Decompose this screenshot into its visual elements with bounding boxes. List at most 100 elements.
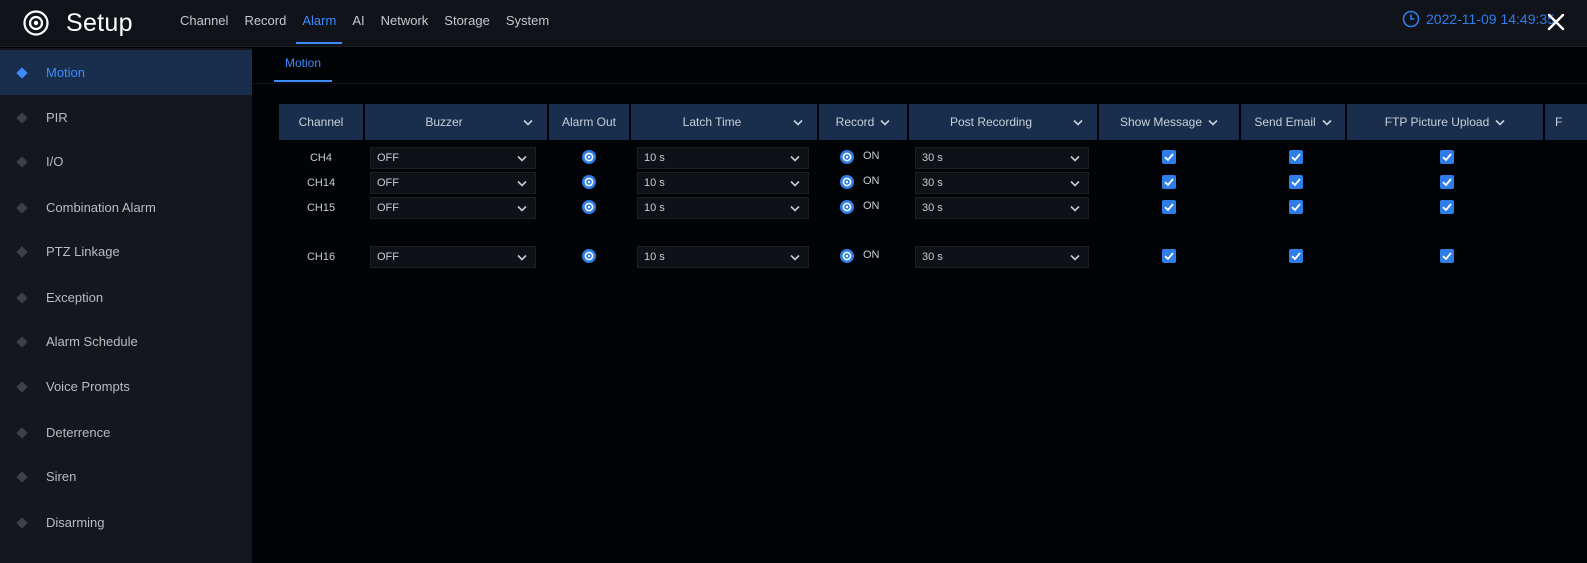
header-latch-time[interactable]: Latch Time — [631, 104, 817, 140]
record-status: ON — [863, 249, 880, 261]
show-message-checkbox[interactable] — [1162, 249, 1176, 263]
header-show-message[interactable]: Show Message — [1099, 104, 1239, 140]
menu-alarm[interactable]: Alarm — [296, 0, 343, 47]
menu-record[interactable]: Record — [244, 0, 286, 47]
sidebar-item-disarming[interactable]: Disarming — [0, 500, 252, 545]
table-row: CH4 OFF 10 s ON 30 s — [279, 147, 1587, 171]
header-record[interactable]: Record — [819, 104, 907, 140]
header-alarm-out: Alarm Out — [549, 104, 629, 140]
sidebar-item-deterrence[interactable]: Deterrence — [0, 410, 252, 455]
alarm-out-gear-icon[interactable] — [581, 248, 597, 264]
sidebar-item-alarm-schedule[interactable]: Alarm Schedule — [0, 319, 252, 364]
clock: 2022-11-09 14:49:35 — [1402, 10, 1555, 28]
show-message-checkbox[interactable] — [1162, 200, 1176, 214]
bullet-icon — [16, 335, 28, 348]
menu-system[interactable]: System — [506, 0, 549, 47]
latch-time-select[interactable]: 10 s — [637, 172, 809, 194]
bullet-icon — [16, 155, 28, 168]
channel-cell: CH15 — [306, 202, 336, 214]
close-icon[interactable] — [1544, 10, 1568, 34]
ftp-upload-checkbox[interactable] — [1440, 200, 1454, 214]
chevron-down-icon — [1073, 119, 1083, 126]
buzzer-select[interactable]: OFF — [370, 197, 536, 219]
chevron-down-icon — [880, 119, 890, 126]
bullet-icon — [16, 470, 28, 483]
buzzer-select[interactable]: OFF — [370, 246, 536, 268]
main-menu: Channel Record Alarm AI Network Storage … — [180, 0, 565, 47]
sidebar-item-io[interactable]: I/O — [0, 139, 252, 184]
sidebar-item-exception[interactable]: Exception — [0, 275, 252, 320]
sidebar-item-label: PIR — [46, 110, 68, 125]
sidebar-item-label: Disarming — [46, 515, 105, 530]
sidebar-item-ptz-linkage[interactable]: PTZ Linkage — [0, 229, 252, 274]
channel-cell: CH4 — [309, 152, 332, 164]
clock-icon — [1402, 10, 1420, 28]
post-recording-select[interactable]: 30 s — [915, 246, 1089, 268]
bullet-icon — [16, 291, 28, 304]
alarm-out-gear-icon[interactable] — [581, 149, 597, 165]
bullet-icon — [16, 66, 28, 79]
sidebar-item-voice-prompts[interactable]: Voice Prompts — [0, 364, 252, 409]
header-buzzer[interactable]: Buzzer — [365, 104, 547, 140]
header-ftp-picture-upload[interactable]: FTP Picture Upload — [1347, 104, 1543, 140]
post-recording-select[interactable]: 30 s — [915, 172, 1089, 194]
latch-time-select[interactable]: 10 s — [637, 147, 809, 169]
sidebar-item-combination-alarm[interactable]: Combination Alarm — [0, 185, 252, 230]
buzzer-select[interactable]: OFF — [370, 172, 536, 194]
record-gear-icon[interactable] — [839, 248, 855, 264]
chevron-down-icon — [1070, 155, 1080, 162]
latch-time-select[interactable]: 10 s — [637, 246, 809, 268]
header-post-recording[interactable]: Post Recording — [909, 104, 1097, 140]
subtab-bar: Motion — [252, 48, 1587, 84]
record-gear-icon[interactable] — [839, 199, 855, 215]
menu-ai[interactable]: AI — [352, 0, 364, 47]
bullet-icon — [16, 380, 28, 393]
ftp-upload-checkbox[interactable] — [1440, 150, 1454, 164]
chevron-down-icon — [1070, 254, 1080, 261]
header-send-email[interactable]: Send Email — [1241, 104, 1345, 140]
sidebar-item-label: Combination Alarm — [46, 200, 156, 215]
alarm-out-gear-icon[interactable] — [581, 199, 597, 215]
menu-storage[interactable]: Storage — [444, 0, 490, 47]
app-title: Setup — [66, 9, 133, 37]
record-status: ON — [863, 150, 880, 162]
sidebar-item-siren[interactable]: Siren — [0, 454, 252, 499]
send-email-checkbox[interactable] — [1289, 175, 1303, 189]
chevron-down-icon — [790, 254, 800, 261]
send-email-checkbox[interactable] — [1289, 150, 1303, 164]
bullet-icon — [16, 111, 28, 124]
bullet-icon — [16, 245, 28, 258]
latch-time-select[interactable]: 10 s — [637, 197, 809, 219]
buzzer-select[interactable]: OFF — [370, 147, 536, 169]
send-email-checkbox[interactable] — [1289, 249, 1303, 263]
top-bar: Setup Channel Record Alarm AI Network St… — [0, 0, 1587, 47]
show-message-checkbox[interactable] — [1162, 175, 1176, 189]
chevron-down-icon — [790, 155, 800, 162]
chevron-down-icon — [1322, 119, 1332, 126]
chevron-down-icon — [517, 180, 527, 187]
chevron-down-icon — [1208, 119, 1218, 126]
tab-motion[interactable]: Motion — [274, 48, 333, 82]
post-recording-select[interactable]: 30 s — [915, 147, 1089, 169]
menu-channel[interactable]: Channel — [180, 0, 228, 47]
menu-network[interactable]: Network — [381, 0, 429, 47]
sidebar-item-label: Voice Prompts — [46, 379, 130, 394]
chevron-down-icon — [517, 205, 527, 212]
chevron-down-icon — [790, 205, 800, 212]
table-row: CH14 OFF 10 s ON 30 s — [279, 172, 1587, 196]
show-message-checkbox[interactable] — [1162, 150, 1176, 164]
sidebar-item-motion[interactable]: Motion — [0, 50, 252, 95]
alarm-out-gear-icon[interactable] — [581, 174, 597, 190]
record-gear-icon[interactable] — [839, 174, 855, 190]
sidebar: Motion PIR I/O Combination Alarm PTZ Lin… — [0, 48, 252, 563]
ftp-upload-checkbox[interactable] — [1440, 249, 1454, 263]
post-recording-select[interactable]: 30 s — [915, 197, 1089, 219]
send-email-checkbox[interactable] — [1289, 200, 1303, 214]
sidebar-item-pir[interactable]: PIR — [0, 95, 252, 140]
sidebar-item-label: PTZ Linkage — [46, 244, 120, 259]
ftp-upload-checkbox[interactable] — [1440, 175, 1454, 189]
chevron-down-icon — [1070, 180, 1080, 187]
record-gear-icon[interactable] — [839, 149, 855, 165]
sidebar-item-label: Motion — [46, 65, 86, 80]
table-row: CH15 OFF 10 s ON 30 s — [279, 197, 1587, 221]
